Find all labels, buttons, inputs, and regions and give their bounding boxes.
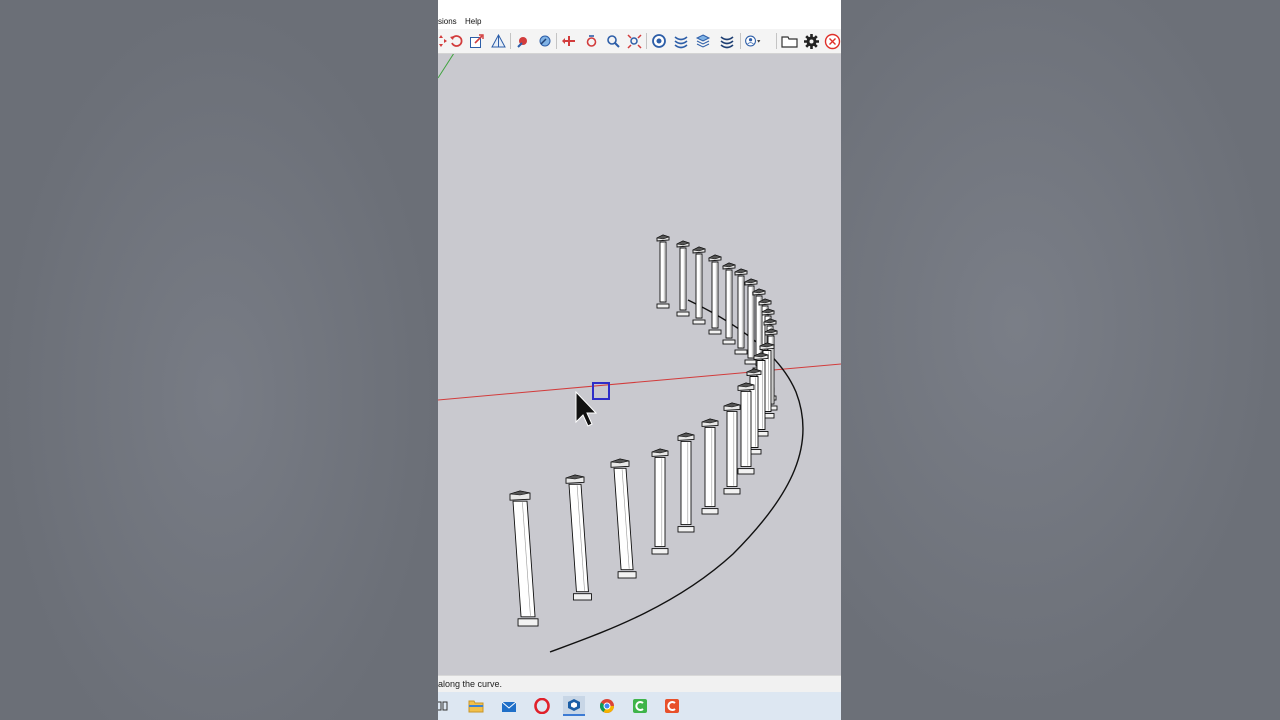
column[interactable] [509, 490, 539, 627]
column[interactable] [677, 432, 695, 533]
column[interactable] [565, 474, 592, 601]
toolbar-separator [556, 33, 557, 49]
background-left [0, 0, 438, 720]
zoom-icon[interactable] [604, 32, 622, 50]
camtasia-recorder-icon[interactable] [661, 696, 683, 716]
toolbar [438, 29, 841, 54]
sketchup-icon[interactable] [563, 696, 585, 716]
camtasia-icon[interactable] [629, 696, 651, 716]
background-right [841, 0, 1280, 720]
taskbar [438, 692, 841, 720]
toolbar-separator [510, 33, 511, 49]
model-viewport[interactable] [438, 49, 841, 673]
toolbar-separator [646, 33, 647, 49]
column[interactable] [610, 458, 637, 579]
scene-canvas [438, 49, 841, 653]
status-text: along the curve. [438, 679, 503, 689]
column[interactable] [692, 246, 706, 325]
toolbar-separator [740, 33, 741, 49]
open-folder-icon[interactable] [781, 32, 799, 50]
settings-icon[interactable] [802, 32, 820, 50]
walk-icon[interactable] [535, 32, 553, 50]
status-bar: along the curve. [438, 675, 841, 693]
column[interactable] [656, 234, 670, 309]
zoom-extents-icon[interactable] [625, 32, 643, 50]
section-plane-icon[interactable] [489, 32, 507, 50]
green-axis [438, 49, 457, 79]
menu-help[interactable]: Help [465, 17, 481, 26]
chrome-icon[interactable] [596, 696, 618, 716]
mail-icon[interactable] [498, 696, 520, 716]
opera-icon[interactable] [531, 696, 553, 716]
warehouse-icon[interactable] [650, 32, 668, 50]
rotate-icon[interactable] [447, 32, 465, 50]
red-axis [438, 363, 841, 401]
file-explorer-icon[interactable] [465, 696, 487, 716]
close-icon[interactable] [823, 32, 841, 50]
layers-icon[interactable] [694, 32, 712, 50]
scale-icon[interactable] [467, 32, 485, 50]
extension-warehouse-icon[interactable] [672, 32, 690, 50]
outliner-icon[interactable] [718, 32, 736, 50]
column[interactable] [651, 448, 669, 555]
title-area [438, 0, 841, 14]
column[interactable] [708, 254, 722, 335]
orbit-icon[interactable] [582, 32, 600, 50]
previous-view-icon[interactable] [560, 32, 578, 50]
menu-bar: sions Help [438, 14, 841, 29]
task-view-icon[interactable] [438, 696, 454, 716]
column[interactable] [676, 240, 690, 317]
column[interactable] [723, 402, 741, 495]
look-around-icon[interactable] [514, 32, 532, 50]
toolbar-separator [776, 33, 777, 49]
menu-extensions[interactable]: sions [438, 17, 457, 26]
sketchup-window: sions Help along the curve. [438, 0, 841, 720]
column[interactable] [701, 418, 719, 515]
account-icon[interactable] [744, 32, 762, 50]
column[interactable] [722, 262, 736, 345]
